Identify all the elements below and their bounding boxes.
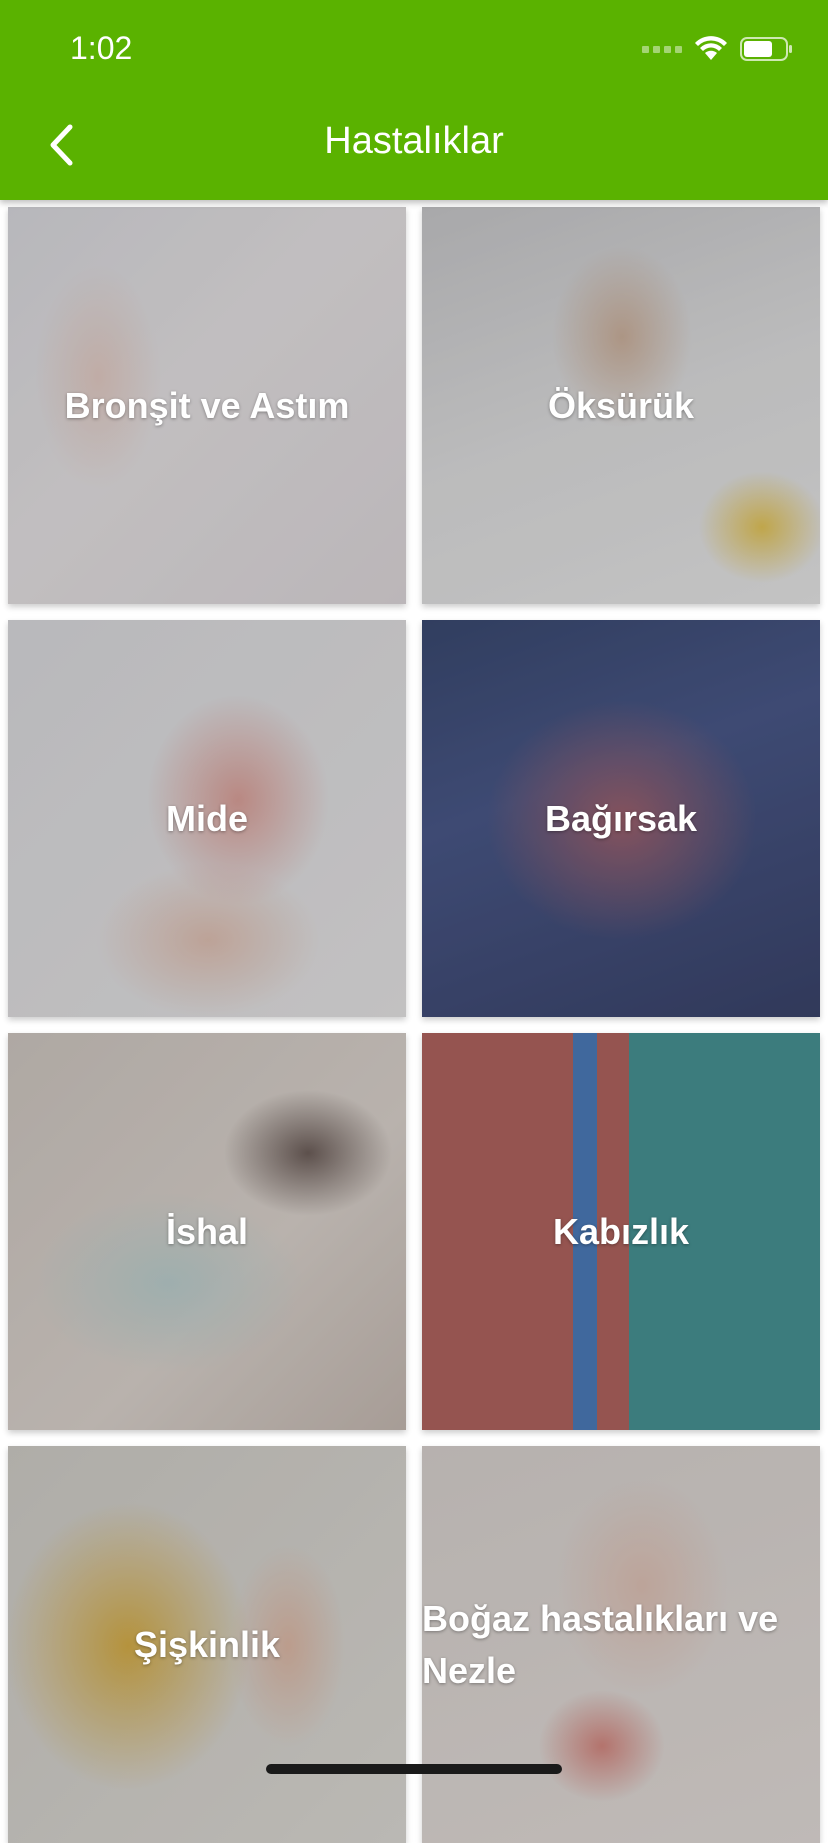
tile-bronsit-ve-astim[interactable]: Bronşit ve Astım <box>8 207 406 604</box>
tile-label: Boğaz hastalıkları ve Nezle <box>422 1597 779 1691</box>
tile-label: Kabızlık <box>552 1210 690 1252</box>
status-time: 1:02 <box>70 30 133 66</box>
signal-icon <box>642 45 682 53</box>
home-indicator <box>266 1764 562 1774</box>
tile-label: Öksürük <box>547 384 695 426</box>
app-header: 1:02 Hastalıklar <box>0 0 828 200</box>
tile-label: İshal <box>165 1210 249 1252</box>
tile-mide[interactable]: Mide <box>8 620 406 1017</box>
tile-label: Mide <box>165 797 248 839</box>
page-title: Hastalıklar <box>324 120 504 162</box>
tile-kabizlik[interactable]: Kabızlık <box>422 1033 820 1430</box>
disease-grid: Bronşit ve Astım Öksürük Mide Bağırsak İ… <box>8 207 820 1843</box>
tile-ishal[interactable]: İshal <box>8 1033 406 1430</box>
tile-label: Şişkinlik <box>133 1623 281 1665</box>
tile-label: Bağırsak <box>544 797 698 839</box>
tile-siskinlik[interactable]: Şişkinlik <box>8 1446 406 1843</box>
tile-label: Bronşit ve Astım <box>64 384 350 426</box>
tile-bogaz-hastaliklari-ve-nezle[interactable]: Boğaz hastalıkları ve Nezle <box>422 1446 820 1843</box>
status-icons <box>642 36 794 62</box>
tile-oksuruk[interactable]: Öksürük <box>422 207 820 604</box>
battery-icon <box>740 37 792 61</box>
wifi-icon <box>695 36 727 60</box>
tile-bagirsak[interactable]: Bağırsak <box>422 620 820 1017</box>
